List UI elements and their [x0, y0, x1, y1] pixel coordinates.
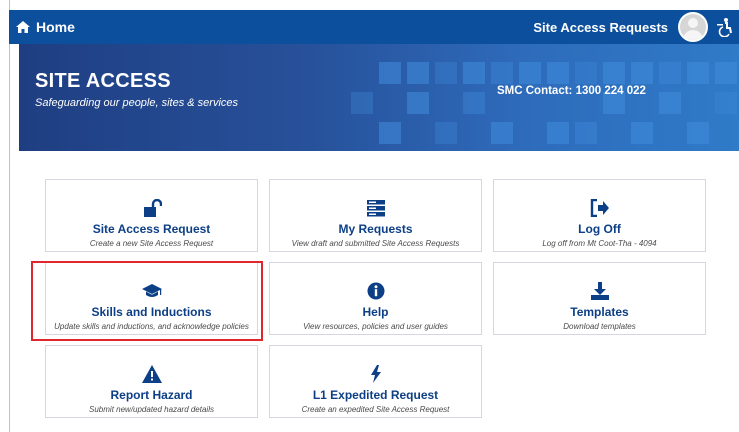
card-description: View resources, policies and user guides — [303, 322, 448, 331]
l1-expedited-request-card[interactable]: L1 Expedited Request Create an expedited… — [269, 345, 482, 418]
help-card[interactable]: Help View resources, policies and user g… — [269, 262, 482, 335]
selection-highlight — [31, 261, 263, 341]
info-circle-icon — [367, 282, 384, 300]
sign-out-icon — [590, 199, 609, 217]
card-description: Submit new/updated hazard details — [89, 405, 214, 414]
card-description: Create an expedited Site Access Request — [301, 405, 450, 414]
lightning-bolt-icon — [370, 365, 381, 383]
card-title: Site Access Request — [92, 222, 211, 236]
home-icon — [16, 21, 30, 33]
home-link[interactable]: Home — [16, 10, 75, 44]
nav-right: Site Access Requests — [533, 10, 739, 44]
templates-card[interactable]: Templates Download templates — [493, 262, 706, 335]
server-list-icon — [366, 200, 385, 217]
accessibility-icon[interactable] — [716, 17, 736, 37]
card-title: My Requests — [338, 222, 413, 236]
home-label: Home — [36, 19, 75, 35]
banner-tile-pattern — [349, 44, 739, 151]
warning-triangle-icon — [141, 365, 162, 383]
top-navbar: Home Site Access Requests — [9, 10, 739, 44]
card-title: Help — [362, 305, 389, 319]
site-access-banner: SITE ACCESS Safeguarding our people, sit… — [19, 44, 739, 151]
card-description: Create a new Site Access Request — [89, 239, 214, 248]
report-hazard-card[interactable]: Report Hazard Submit new/updated hazard … — [45, 345, 258, 418]
smc-contact: SMC Contact: 1300 224 022 — [497, 85, 646, 97]
card-title: Log Off — [578, 222, 621, 236]
card-description: Download templates — [563, 322, 636, 331]
card-title: Templates — [570, 305, 629, 319]
my-requests-card[interactable]: My Requests View draft and submitted Sit… — [269, 179, 482, 252]
card-title: L1 Expedited Request — [312, 388, 439, 402]
log-off-card[interactable]: Log Off Log off from Mt Coot-Tha - 4094 — [493, 179, 706, 252]
page-frame — [9, 0, 10, 432]
site-access-requests-link[interactable]: Site Access Requests — [533, 20, 668, 35]
banner-title: SITE ACCESS — [35, 70, 171, 92]
card-description: View draft and submitted Site Access Req… — [291, 239, 460, 248]
card-description: Log off from Mt Coot-Tha - 4094 — [542, 239, 657, 248]
banner-subtitle: Safeguarding our people, sites & service… — [35, 97, 239, 109]
download-icon — [590, 282, 609, 300]
unlock-icon — [143, 199, 162, 217]
user-avatar-icon[interactable] — [678, 12, 708, 42]
card-title: Report Hazard — [110, 388, 193, 402]
site-access-request-card[interactable]: Site Access Request Create a new Site Ac… — [45, 179, 258, 252]
